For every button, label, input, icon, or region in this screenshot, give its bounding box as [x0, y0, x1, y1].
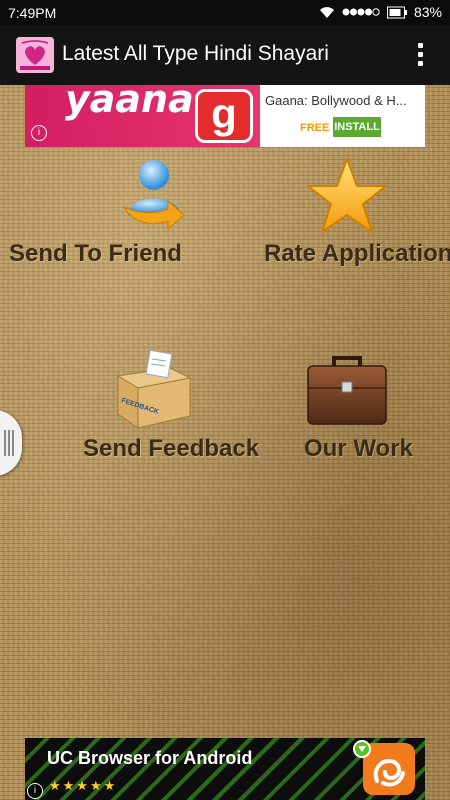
- send-feedback-label: Send Feedback: [83, 435, 260, 462]
- send-to-friend-label: Send To Friend: [9, 240, 182, 267]
- feedback-box-icon: FEEDBACK: [116, 350, 192, 429]
- star-icon: [307, 158, 387, 233]
- app-logo-icon[interactable]: [16, 37, 54, 73]
- ad-info-icon[interactable]: i: [31, 125, 47, 141]
- our-work-button[interactable]: Our Work: [300, 350, 420, 465]
- wifi-icon: [319, 6, 334, 18]
- battery-percent: 83%: [413, 4, 442, 20]
- ad-install-button[interactable]: INSTALL: [333, 117, 381, 137]
- gaana-logo-glyph: g: [211, 90, 237, 137]
- bottom-ad-rating-stars: ★★★★★: [49, 778, 118, 793]
- rate-application-button[interactable]: Rate Application: [262, 155, 450, 270]
- send-to-friend-icon: [122, 160, 185, 231]
- ad-free-label: FREE: [300, 122, 330, 134]
- status-bar: 7:49PM 83%: [0, 0, 450, 25]
- bottom-ad-info-icon[interactable]: i: [27, 783, 43, 799]
- our-work-label: Our Work: [304, 435, 413, 462]
- status-time: 7:49PM: [8, 5, 57, 21]
- battery-icon: [386, 6, 407, 19]
- app-title: Latest All Type Hindi Shayari: [62, 42, 329, 65]
- signal-icon: [342, 8, 380, 16]
- gaana-app-icon[interactable]: g: [195, 89, 253, 143]
- send-to-friend-button[interactable]: Send To Friend: [0, 155, 200, 270]
- bottom-ad-banner[interactable]: UC Browser for Android ★★★★★ i: [25, 738, 425, 800]
- status-icons: 83%: [319, 4, 442, 20]
- overflow-menu-icon[interactable]: [416, 43, 424, 69]
- ad-banner-text: yaana: [65, 85, 194, 121]
- ad-title[interactable]: Gaana: Bollywood & H...: [265, 93, 407, 108]
- app-bar: Latest All Type Hindi Shayari: [0, 25, 450, 85]
- bottom-ad-title[interactable]: UC Browser for Android: [47, 748, 252, 769]
- send-feedback-button[interactable]: FEEDBACK Send Feedback: [80, 350, 270, 465]
- download-arrow-icon: [353, 740, 371, 758]
- rate-application-label: Rate Application: [264, 240, 450, 267]
- briefcase-icon: [307, 356, 387, 425]
- top-ad-banner[interactable]: yaana i g Gaana: Bollywood & H... FREE I…: [25, 85, 425, 147]
